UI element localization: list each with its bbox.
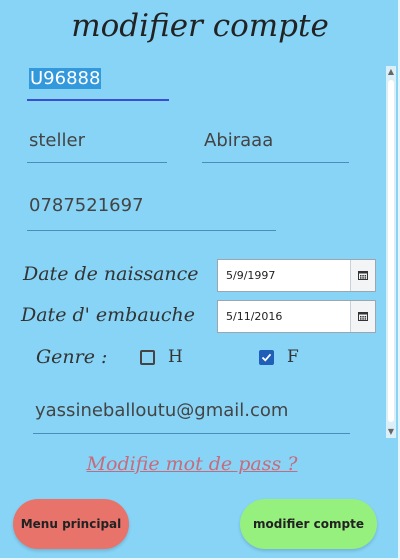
last-name-value: steller [29,130,85,151]
calendar-icon [358,271,368,280]
first-name-field[interactable]: Abiraaa [202,130,349,163]
scrollbar-thumb[interactable] [388,80,394,422]
hire-date-label: Date d' embauche [21,304,196,326]
birth-date-picker[interactable]: 5/9/1997 [217,259,376,292]
genre-f-checkbox[interactable] [259,350,274,365]
genre-h-label: H [168,347,183,367]
modifier-compte-button[interactable]: modifier compte [240,499,377,549]
genre-label: Genre : [36,346,108,368]
phone-field[interactable]: 0787521697 [27,195,276,231]
scroll-down-icon[interactable]: ▼ [386,427,396,437]
hire-date-value: 5/11/2016 [226,310,283,323]
phone-value: 0787521697 [29,195,144,216]
check-icon [261,353,272,362]
birth-calendar-button[interactable] [350,260,375,291]
change-password-link[interactable]: Modifie mot de pass ? [0,453,384,475]
birth-date-value: 5/9/1997 [226,269,276,282]
vertical-scrollbar[interactable]: ▲ ▼ [386,66,396,438]
scroll-up-icon[interactable]: ▲ [386,67,396,77]
last-name-field[interactable]: steller [27,130,167,163]
page-title: modifier compte [71,8,329,44]
genre-h-checkbox[interactable] [140,350,155,365]
hire-date-picker[interactable]: 5/11/2016 [217,300,376,333]
menu-principal-button[interactable]: Menu principal [13,499,129,549]
hire-calendar-button[interactable] [350,301,375,332]
email-value: yassineballoutu@gmail.com [35,400,289,421]
birth-date-label: Date de naissance [23,263,199,285]
email-field[interactable]: yassineballoutu@gmail.com [33,400,350,434]
first-name-value: Abiraaa [204,130,274,151]
genre-f-label: F [287,347,299,367]
calendar-icon [358,312,368,321]
username-field[interactable]: U96888 [27,66,169,101]
username-value: U96888 [29,68,102,89]
